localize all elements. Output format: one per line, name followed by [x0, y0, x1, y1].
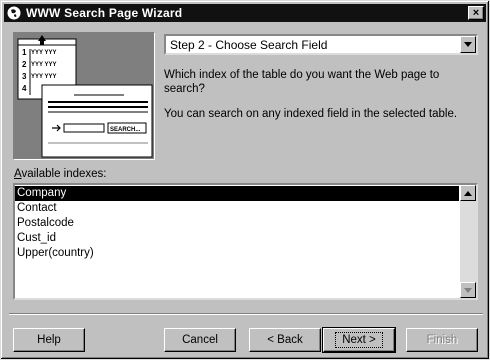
back-button[interactable]: < Back — [249, 328, 321, 352]
cancel-button-label: Cancel — [182, 334, 218, 346]
step-question: Which index of the table do you want the… — [164, 69, 440, 95]
preview-row-number: 3 — [22, 72, 27, 81]
cancel-button[interactable]: Cancel — [164, 328, 236, 352]
preview-illustration: 1 2 3 4 YYY YYY YYY YYY YYY YYY SEARCH..… — [13, 32, 155, 160]
finish-button[interactable]: Finish — [406, 328, 478, 352]
preview-row-text: YYY YYY — [31, 50, 56, 56]
scroll-down-icon[interactable] — [460, 282, 476, 298]
next-button[interactable]: Next > — [322, 327, 396, 353]
indexes-list: Company Contact Postalcode Cust_id Upper… — [15, 186, 459, 261]
preview-row-number: 2 — [22, 60, 27, 69]
list-item-upper-country[interactable]: Upper(country) — [15, 246, 459, 261]
vertical-scrollbar[interactable] — [460, 185, 476, 298]
finish-button-label: Finish — [426, 334, 458, 346]
step-info: You can search on any indexed field in t… — [164, 108, 458, 120]
back-button-label: < Back — [267, 334, 303, 346]
globe-icon — [6, 5, 22, 21]
indexes-label: Available indexes: — [14, 168, 107, 180]
chevron-down-icon[interactable] — [460, 36, 476, 53]
help-button-label: Help — [37, 334, 61, 346]
divider — [9, 313, 483, 315]
preview-row-number: 4 — [22, 84, 27, 93]
step-dropdown-value: Step 2 - Choose Search Field — [170, 37, 328, 52]
preview-row-text: YYY YYY — [31, 74, 56, 80]
preview-row-text: YYY YYY — [31, 62, 56, 68]
list-item-contact[interactable]: Contact — [15, 201, 459, 216]
indexes-label-rest: vailable indexes: — [21, 168, 107, 180]
list-item-postalcode[interactable]: Postalcode — [15, 216, 459, 231]
scroll-up-icon[interactable] — [460, 185, 476, 201]
step-dropdown[interactable]: Step 2 - Choose Search Field — [164, 34, 478, 55]
list-item-cust-id[interactable]: Cust_id — [15, 231, 459, 246]
preview-search-button: SEARCH... — [110, 127, 141, 133]
close-button[interactable]: × — [468, 6, 484, 20]
preview-graphic: 1 2 3 4 YYY YYY YYY YYY YYY YYY SEARCH..… — [17, 35, 153, 158]
title-bar[interactable]: WWW Search Page Wizard × — [4, 4, 486, 22]
list-item-company[interactable]: Company — [15, 186, 459, 201]
window-title: WWW Search Page Wizard — [26, 6, 183, 20]
indexes-listbox[interactable]: Company Contact Postalcode Cust_id Upper… — [13, 183, 478, 300]
preview-row-number: 1 — [22, 48, 27, 57]
help-button[interactable]: Help — [13, 328, 85, 352]
next-button-label: Next > — [335, 332, 383, 348]
wizard-window: WWW Search Page Wizard × 1 2 3 4 YYY YYY… — [0, 0, 490, 360]
